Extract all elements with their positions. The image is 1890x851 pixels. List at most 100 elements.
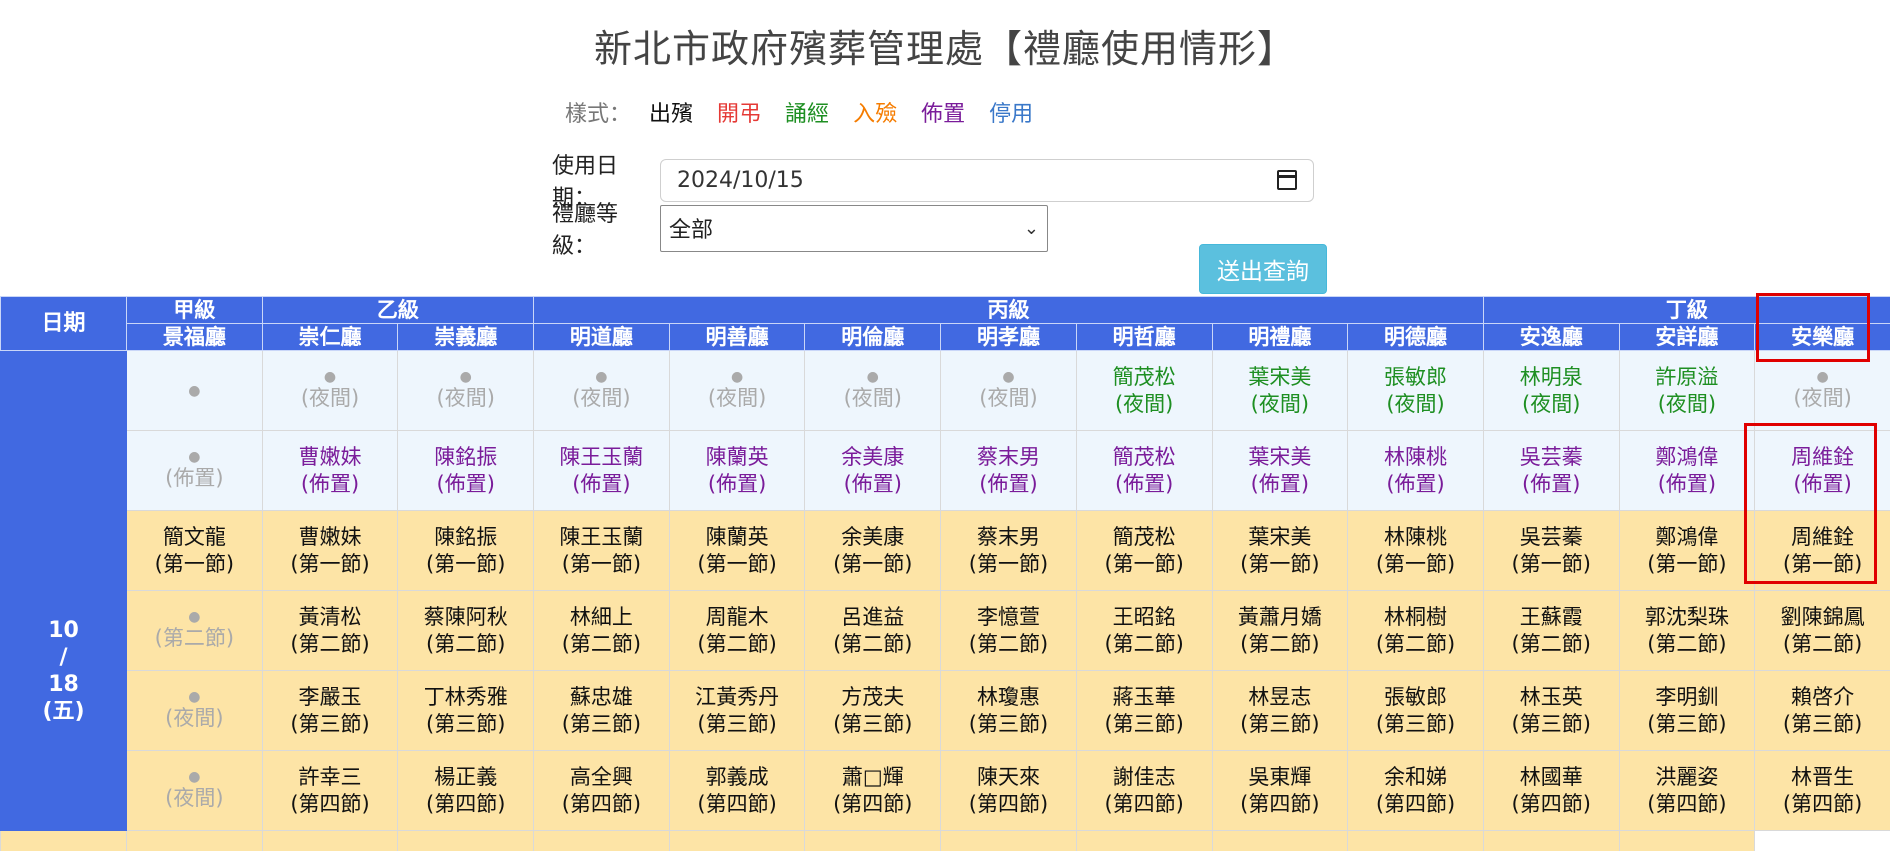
schedule-cell[interactable]: 林晋生 (第四節) xyxy=(1754,750,1890,831)
schedule-cell[interactable]: 陳蘭英 (佈置) xyxy=(668,430,806,511)
hall-level-select[interactable]: 全部 ⌄ xyxy=(660,204,1048,252)
schedule-cell[interactable]: 洪麗姿 (第四節) xyxy=(1618,750,1756,831)
schedule-cell[interactable]: 林玉英 (第三節) xyxy=(1482,670,1620,751)
schedule-cell[interactable]: 李明釧 (第三節) xyxy=(1618,670,1756,751)
slot-label: (佈置) xyxy=(707,471,767,496)
schedule-cell[interactable]: 葉宋美 (第一節) xyxy=(1211,510,1349,591)
schedule-cell[interactable]: 陳銘振 (第一節) xyxy=(397,510,535,591)
schedule-cell[interactable]: 方茂夫 (第三節) xyxy=(804,670,942,751)
slot-label: (佈置) xyxy=(1793,471,1852,496)
deceased-name: 葉宋美 xyxy=(1248,444,1312,469)
slot-label: (夜間) xyxy=(1522,391,1581,416)
schedule-cell[interactable]: 李憶萱 (第二節) xyxy=(940,590,1077,671)
slot-label: (第一節) xyxy=(561,551,642,576)
schedule-cell[interactable]: 陳銘振 (佈置) xyxy=(397,430,535,511)
schedule-cell[interactable]: 余和娣 (第四節) xyxy=(1347,750,1484,831)
schedule-cell[interactable]: 曹嫩妹 (佈置) xyxy=(261,430,399,511)
schedule-cell[interactable]: 蔡末男 (第一節) xyxy=(940,510,1077,591)
submit-query-button[interactable]: 送出查詢 xyxy=(1199,244,1327,294)
deceased-name: 簡茂松 xyxy=(1112,364,1176,389)
slot-label: (佈置) xyxy=(300,471,360,496)
schedule-cell[interactable]: 簡茂松 (夜間) xyxy=(1075,350,1213,431)
schedule-cell[interactable]: 鄭鴻偉 (佈置) xyxy=(1618,430,1756,511)
schedule-cell[interactable]: 高全興 (第四節) xyxy=(533,750,670,831)
schedule-cell[interactable]: 周龍木 (第二節) xyxy=(668,590,806,671)
schedule-cell[interactable]: 張敏郎 (第三節) xyxy=(1347,670,1484,751)
schedule-cell[interactable]: 葉宋美 (夜間) xyxy=(1211,350,1349,431)
schedule-cell: ● (夜間) xyxy=(1754,350,1890,431)
slot-label: (第一節) xyxy=(1647,551,1727,576)
deceased-name: 賴啓介 xyxy=(1791,684,1855,709)
deceased-name: 簡文龍 xyxy=(162,524,226,549)
schedule-cell[interactable]: 林明泉 (夜間) xyxy=(1482,350,1620,431)
schedule-cell[interactable]: 林陳桃 (第一節) xyxy=(1347,510,1484,591)
schedule-cell[interactable]: 林國華 (第四節) xyxy=(1482,750,1620,831)
deceased-name: 葉宋美 xyxy=(1248,364,1312,389)
slot-label: (第三節) xyxy=(1782,711,1863,736)
slot-label: (第四節) xyxy=(697,791,777,816)
deceased-name: 黃蕭月嬌 xyxy=(1237,604,1322,629)
schedule-cell[interactable]: 周維銓 (佈置) xyxy=(1754,430,1890,511)
schedule-cell: ● (第二節) xyxy=(126,590,263,671)
schedule-cell[interactable]: 余美康 (佈置) xyxy=(804,430,942,511)
schedule-cell[interactable]: 鄭鴻偉 (第一節) xyxy=(1618,510,1756,591)
schedule-cell[interactable]: 林昱志 (第三節) xyxy=(1211,670,1349,751)
schedule-cell[interactable]: 王蘇霞 (第二節) xyxy=(1482,590,1620,671)
schedule-cell[interactable]: 李嚴玉 (第三節) xyxy=(261,670,399,751)
schedule-cell[interactable]: 吳芸蓁 (第一節) xyxy=(1482,510,1620,591)
schedule-cell[interactable]: 呂進益 (第二節) xyxy=(804,590,942,671)
schedule-cell[interactable]: 郭沈梨珠 (第二節) xyxy=(1618,590,1756,671)
schedule-cell[interactable]: 許幸三 (第四節) xyxy=(261,750,399,831)
schedule-cell[interactable]: 吳東輝 (第四節) xyxy=(1211,750,1349,831)
deceased-name: 郭沈梨珠 xyxy=(1644,604,1729,629)
deceased-name: 丁林秀雅 xyxy=(423,684,508,709)
schedule-cell[interactable]: 簡茂松 (佈置) xyxy=(1075,430,1213,511)
slot-label: (夜間) xyxy=(436,386,495,410)
schedule-cell[interactable]: 林瓊惠 (第三節) xyxy=(940,670,1077,751)
empty-dot-icon: ● xyxy=(188,689,201,705)
calendar-icon[interactable] xyxy=(1277,170,1297,190)
slot-label: (夜間) xyxy=(707,386,767,410)
schedule-cell[interactable]: 陳王玉蘭 (第一節) xyxy=(533,510,670,591)
level-label: 禮廳等級： xyxy=(552,202,619,259)
schedule-cell[interactable]: 郭義成 (第四節) xyxy=(668,750,806,831)
schedule-cell[interactable]: 蕭□輝 (第四節) xyxy=(804,750,942,831)
schedule-cell[interactable]: 謝佳志 (第四節) xyxy=(1075,750,1213,831)
deceased-name: 陳王玉蘭 xyxy=(559,524,644,549)
schedule-cell[interactable]: 蔡末男 (佈置) xyxy=(940,430,1077,511)
deceased-name: 葉宋美 xyxy=(1248,524,1312,549)
schedule-cell[interactable]: 陳蘭英 (第一節) xyxy=(668,510,806,591)
schedule-cell[interactable]: 蘇忠雄 (第三節) xyxy=(533,670,670,751)
schedule-cell[interactable]: 蔡陳阿秋 (第二節) xyxy=(397,590,535,671)
schedule-cell[interactable]: 余美康 (第一節) xyxy=(804,510,942,591)
grade-header-row: 日期 甲級 乙級 丙級 丁級 xyxy=(0,296,1890,351)
schedule-cell[interactable]: 丁林秀雅 (第三節) xyxy=(397,670,535,751)
schedule-cell[interactable]: 簡文龍 (第一節) xyxy=(126,510,263,591)
schedule-cell[interactable]: 劉陳錦鳳 (第二節) xyxy=(1754,590,1890,671)
schedule-cell[interactable]: 許原溢 (夜間) xyxy=(1618,350,1756,431)
schedule-cell[interactable]: 江黃秀丹 (第三節) xyxy=(668,670,806,751)
schedule-cell[interactable]: 楊正義 (第四節) xyxy=(397,750,535,831)
schedule-cell[interactable]: 簡茂松 (第一節) xyxy=(1075,510,1213,591)
schedule-cell[interactable]: 曹嫩妹 (第一節) xyxy=(261,510,399,591)
legend-item-funeral: 出殯 xyxy=(649,102,694,127)
schedule-cell[interactable]: 葉宋美 (佈置) xyxy=(1211,430,1349,511)
schedule-cell[interactable]: 周維銓 (第一節) xyxy=(1754,510,1890,591)
schedule-cell[interactable]: 黃清松 (第二節) xyxy=(261,590,399,671)
schedule-cell[interactable]: 陳王玉蘭 (佈置) xyxy=(533,430,670,511)
schedule-cell[interactable]: 林陳桃 (佈置) xyxy=(1347,430,1484,511)
slot-label: (第四節) xyxy=(968,791,1049,816)
schedule-cell[interactable]: 林桐樹 (第二節) xyxy=(1347,590,1484,671)
slot-label: (夜間) xyxy=(1114,391,1174,416)
schedule-cell[interactable]: 張敏郎 (夜間) xyxy=(1347,350,1484,431)
slot-label: (第二節) xyxy=(968,631,1049,656)
schedule-cell[interactable]: 賴啓介 (第三節) xyxy=(1754,670,1890,751)
schedule-cell[interactable]: 黃蕭月嬌 (第二節) xyxy=(1211,590,1349,671)
schedule-cell[interactable]: 王昭銘 (第二節) xyxy=(1075,590,1213,671)
schedule-cell[interactable]: 吳芸蓁 (佈置) xyxy=(1482,430,1620,511)
schedule-cell[interactable]: 陳天來 (第四節) xyxy=(940,750,1077,831)
schedule-cell[interactable]: 蔣玉華 (第三節) xyxy=(1075,670,1213,751)
slot-label: (第四節) xyxy=(1647,791,1727,816)
schedule-cell[interactable]: 林細上 (第二節) xyxy=(533,590,670,671)
date-value: 2024/10/15 xyxy=(677,167,804,193)
